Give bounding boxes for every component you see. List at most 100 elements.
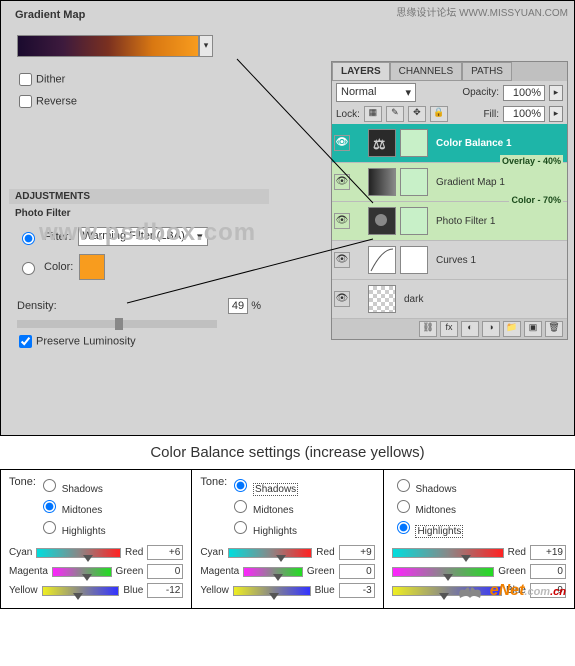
density-value[interactable]: 49	[228, 298, 248, 314]
mg-value[interactable]: 0	[530, 564, 566, 579]
tab-paths[interactable]: PATHS	[462, 62, 512, 81]
cr-value[interactable]: +9	[339, 545, 375, 560]
tone-midtones-radio[interactable]	[234, 500, 247, 513]
layer-curves[interactable]: 👁 Curves 1	[332, 241, 567, 280]
new-layer-icon[interactable]: ▣	[524, 321, 542, 337]
tone-shadows-radio[interactable]	[397, 479, 410, 492]
visibility-icon[interactable]: 👁	[334, 252, 350, 268]
panel-tabs: LAYERS CHANNELS PATHS	[332, 62, 567, 81]
magenta-green-slider[interactable]	[52, 567, 112, 577]
adjust-icon[interactable]: ◑	[482, 321, 500, 337]
cr-value[interactable]: +19	[530, 545, 566, 560]
yb-value[interactable]: -12	[147, 583, 183, 598]
tone-midtones-radio[interactable]	[397, 500, 410, 513]
visibility-icon[interactable]: 👁	[334, 174, 350, 190]
layer-mask	[400, 129, 428, 157]
reverse-label: Reverse	[36, 95, 77, 107]
layer-thumb: ⚖	[368, 129, 396, 157]
yellow-blue-slider[interactable]	[233, 586, 311, 596]
tone-highlights-radio[interactable]	[397, 521, 410, 534]
fill-dd[interactable]: ▸	[549, 106, 563, 122]
tone-shadows-radio[interactable]	[43, 479, 56, 492]
tab-channels[interactable]: CHANNELS	[390, 62, 462, 81]
cb-col-3: Shadows Midtones Highlights Red+19 Green…	[384, 470, 574, 608]
dither-checkbox[interactable]	[19, 73, 32, 86]
butterfly-icon	[455, 580, 485, 602]
gradient-dropdown[interactable]: ▾	[199, 35, 213, 57]
tone-shadows-radio[interactable]	[234, 479, 247, 492]
visibility-icon[interactable]: 👁	[334, 291, 350, 307]
cb-col-2: Tone: Shadows Midtones Highlights CyanRe…	[192, 470, 383, 608]
preserve-label: Preserve Luminosity	[36, 335, 136, 347]
cb-col-1: Tone: Shadows Midtones Highlights CyanRe…	[1, 470, 192, 608]
density-label: Density:	[17, 300, 57, 312]
link-icon[interactable]: ⛓	[419, 321, 437, 337]
opacity-dd[interactable]: ▸	[549, 85, 563, 101]
magenta-green-slider[interactable]	[243, 567, 303, 577]
density-unit: %	[251, 300, 261, 312]
trash-icon[interactable]: 🗑	[545, 321, 563, 337]
layer-thumb	[368, 285, 396, 313]
density-slider[interactable]	[17, 320, 217, 328]
layer-mask	[400, 168, 428, 196]
layer-label: dark	[400, 294, 565, 305]
mg-value[interactable]: 0	[339, 564, 375, 579]
dither-label: Dither	[36, 73, 65, 85]
tone-highlights-radio[interactable]	[234, 521, 247, 534]
opacity-label: Opacity:	[462, 87, 499, 98]
magenta-green-slider[interactable]	[392, 567, 495, 577]
layer-footer-icons: ⛓ fx ◐ ◑ 📁 ▣ 🗑	[332, 319, 567, 339]
adjustments-header: ADJUSTMENTS	[9, 189, 269, 204]
reverse-checkbox[interactable]	[19, 95, 32, 108]
layer-thumb	[368, 246, 396, 274]
folder-icon[interactable]: 📁	[503, 321, 521, 337]
color-swatch[interactable]	[79, 254, 105, 280]
tone-midtones-radio[interactable]	[43, 500, 56, 513]
enet-logo: eNet.com.cn	[455, 580, 566, 602]
cyan-red-slider[interactable]	[228, 548, 313, 558]
lock-label: Lock:	[336, 109, 360, 120]
visibility-icon[interactable]: 👁	[334, 213, 350, 229]
visibility-icon[interactable]: 👁	[334, 135, 350, 151]
filter-radio[interactable]	[22, 232, 35, 245]
tone-label: Tone:	[200, 476, 227, 488]
overlay-note: Overlay - 40%	[500, 155, 563, 167]
layer-mask	[400, 207, 428, 235]
overlay-note: Color - 70%	[509, 194, 563, 206]
cyan-red-slider[interactable]	[36, 548, 121, 558]
tab-layers[interactable]: LAYERS	[332, 62, 390, 81]
adjustments-panel: ADJUSTMENTS Photo Filter www.psdbox.com …	[9, 189, 269, 354]
watermark-psdbox: www.psdbox.com	[39, 219, 256, 247]
lock-move-icon[interactable]: ✥	[408, 106, 426, 122]
blend-mode-select[interactable]: Normal ▾	[336, 83, 416, 102]
layer-label: Gradient Map 1	[432, 177, 565, 188]
mask-icon[interactable]: ◐	[461, 321, 479, 337]
layers-panel: LAYERS CHANNELS PATHS Normal ▾ Opacity: …	[331, 61, 568, 340]
color-balance-grid: Tone: Shadows Midtones Highlights CyanRe…	[0, 469, 575, 609]
gradient-preview[interactable]	[17, 35, 199, 57]
layer-label: Color Balance 1	[432, 138, 565, 149]
top-region: 思缘设计论坛 WWW.MISSYUAN.COM Gradient Map ▾ D…	[0, 0, 575, 436]
lock-trans-icon[interactable]: ▦	[364, 106, 382, 122]
layer-thumb	[368, 168, 396, 196]
layer-thumb	[368, 207, 396, 235]
layer-dark[interactable]: 👁 dark	[332, 280, 567, 319]
cr-value[interactable]: +6	[147, 545, 183, 560]
opacity-value[interactable]: 100%	[503, 85, 545, 101]
tone-highlights-radio[interactable]	[43, 521, 56, 534]
lock-paint-icon[interactable]: ✎	[386, 106, 404, 122]
layer-photo-filter[interactable]: Color - 70% 👁 Photo Filter 1	[332, 202, 567, 241]
lock-all-icon[interactable]: 🔒	[430, 106, 448, 122]
preserve-checkbox[interactable]	[19, 335, 32, 348]
fill-value[interactable]: 100%	[503, 106, 545, 122]
color-label: Color:	[44, 261, 73, 273]
layer-mask	[400, 246, 428, 274]
mg-value[interactable]: 0	[147, 564, 183, 579]
tone-label: Tone:	[9, 476, 36, 488]
fx-icon[interactable]: fx	[440, 321, 458, 337]
cyan-red-slider[interactable]	[392, 548, 504, 558]
yellow-blue-slider[interactable]	[42, 586, 120, 596]
yb-value[interactable]: -3	[339, 583, 375, 598]
layer-label: Curves 1	[432, 255, 565, 266]
color-radio[interactable]	[22, 262, 35, 275]
